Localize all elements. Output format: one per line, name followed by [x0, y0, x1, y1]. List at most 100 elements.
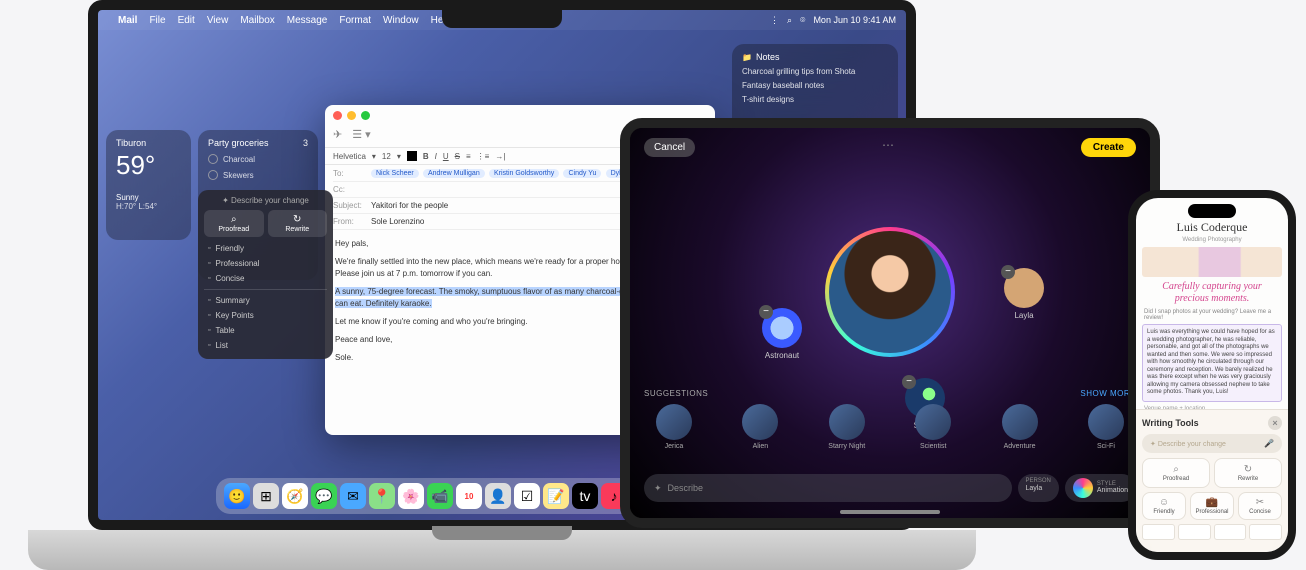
cc-label: Cc: — [333, 185, 371, 194]
note-item[interactable]: Charcoal grilling tips from Shota — [742, 67, 888, 76]
review-textarea[interactable]: Luis was everything we could have hoped … — [1142, 324, 1282, 402]
dock-launchpad[interactable]: ⊞ — [253, 483, 279, 509]
menu-window[interactable]: Window — [383, 15, 419, 26]
close-button[interactable] — [333, 111, 342, 120]
dock-notes[interactable]: 📝 — [543, 483, 569, 509]
wt-describe-input[interactable]: ✦ Describe your change 🎤 — [1142, 434, 1282, 453]
dynamic-island — [1188, 204, 1236, 218]
zoom-button[interactable] — [361, 111, 370, 120]
portrait-image — [829, 231, 951, 353]
dock-tv[interactable]: tv — [572, 483, 598, 509]
create-button[interactable]: Create — [1081, 138, 1136, 157]
font-select[interactable]: Helvetica — [333, 152, 366, 161]
weather-temp: 59° — [116, 150, 181, 181]
indent-icon[interactable]: →| — [495, 152, 505, 161]
note-item[interactable]: Fantasy baseball notes — [742, 81, 888, 90]
remove-icon[interactable]: − — [759, 305, 773, 319]
friendly-button[interactable]: ☺Friendly — [1142, 492, 1186, 520]
dock-photos[interactable]: 🌸 — [398, 483, 424, 509]
dock-finder[interactable]: 🙂 — [224, 483, 250, 509]
list-option[interactable]: List — [204, 338, 327, 353]
suggestion-item[interactable]: Sci-Fi — [1076, 404, 1136, 450]
clock[interactable]: Mon Jun 10 9:41 AM — [813, 15, 896, 25]
proofread-button[interactable]: ⌕Proofread — [204, 210, 264, 237]
dock-messages[interactable]: 💬 — [311, 483, 337, 509]
wt-describe-field[interactable]: ✦ Describe your change — [204, 196, 327, 205]
rewrite-button[interactable]: ↻Rewrite — [1214, 458, 1282, 488]
wifi-icon[interactable]: ⋮ — [770, 15, 779, 26]
menu-format[interactable]: Format — [339, 15, 371, 26]
list-icon[interactable]: ⋮≡ — [477, 152, 490, 161]
menu-mailbox[interactable]: Mailbox — [240, 15, 274, 26]
align-icon[interactable]: ≡ — [466, 152, 471, 161]
cancel-button[interactable]: Cancel — [644, 138, 695, 157]
keypoints-option[interactable]: Key Points — [204, 308, 327, 323]
concise-button[interactable]: ✂Concise — [1238, 492, 1282, 520]
menu-edit[interactable]: Edit — [178, 15, 195, 26]
friendly-option[interactable]: Friendly — [204, 241, 327, 256]
weather-widget[interactable]: Tiburon 59° Sunny H:70° L:54° — [106, 130, 191, 240]
send-icon[interactable]: ✈ — [333, 128, 342, 141]
table-option[interactable]: Table — [204, 323, 327, 338]
italic-icon[interactable]: I — [435, 152, 437, 161]
note-item[interactable]: T-shirt designs — [742, 95, 888, 104]
concise-option[interactable]: Concise — [204, 271, 327, 286]
recipient-pill[interactable]: Andrew Mulligan — [423, 169, 485, 178]
recipient-pill[interactable]: Cindy Yu — [563, 169, 601, 178]
remove-icon[interactable]: − — [902, 375, 916, 389]
weather-hilo: H:70° L:54° — [116, 202, 181, 211]
wt-thumb[interactable] — [1142, 524, 1175, 540]
reminder-item[interactable]: Charcoal — [208, 154, 308, 164]
more-icon[interactable]: ⋯ — [882, 138, 894, 157]
style-chip[interactable]: STYLE Animation — [1065, 474, 1136, 502]
remove-icon[interactable]: − — [1001, 265, 1015, 279]
wt-thumb[interactable] — [1178, 524, 1211, 540]
page-subtitle: Wedding Photography — [1136, 237, 1288, 243]
wt-thumb[interactable] — [1249, 524, 1282, 540]
control-center-icon[interactable]: ⌾ — [800, 15, 805, 26]
menu-message[interactable]: Message — [287, 15, 328, 26]
person-chip[interactable]: PERSON Layla — [1018, 474, 1059, 502]
describe-input[interactable]: ✦ Describe — [644, 474, 1012, 502]
suggestion-item[interactable]: Starry Night — [817, 404, 877, 450]
minimize-button[interactable] — [347, 111, 356, 120]
close-icon[interactable]: × — [1268, 416, 1282, 430]
menu-file[interactable]: File — [149, 15, 165, 26]
recipient-pill[interactable]: Kristin Goldsworthy — [489, 169, 559, 178]
dock-facetime[interactable]: 📹 — [427, 483, 453, 509]
recipient-pill[interactable]: Nick Scheer — [371, 169, 419, 178]
layla-bubble[interactable]: − Layla — [1004, 268, 1044, 320]
summary-option[interactable]: Summary — [204, 293, 327, 308]
wt-thumb[interactable] — [1214, 524, 1247, 540]
suggestion-item[interactable]: Jerica — [644, 404, 704, 450]
rewrite-button[interactable]: ↻Rewrite — [268, 210, 328, 237]
color-swatch[interactable] — [407, 151, 417, 161]
dock-safari[interactable]: 🧭 — [282, 483, 308, 509]
dock-maps[interactable]: 📍 — [369, 483, 395, 509]
strike-icon[interactable]: S — [455, 152, 460, 161]
app-menu[interactable]: Mail — [118, 15, 137, 26]
menu-view[interactable]: View — [207, 15, 229, 26]
home-indicator[interactable] — [840, 510, 940, 514]
proofread-button[interactable]: ⌕Proofread — [1142, 458, 1210, 488]
weather-condition: Sunny — [116, 193, 181, 202]
reminder-item[interactable]: Skewers — [208, 170, 308, 180]
suggestion-item[interactable]: Scientist — [903, 404, 963, 450]
dock-contacts[interactable]: 👤 — [485, 483, 511, 509]
professional-option[interactable]: Professional — [204, 256, 327, 271]
bold-icon[interactable]: B — [423, 152, 429, 161]
from-label: From: — [333, 217, 371, 226]
main-avatar[interactable] — [825, 227, 955, 357]
dock-reminders[interactable]: ☑ — [514, 483, 540, 509]
suggestion-item[interactable]: Adventure — [990, 404, 1050, 450]
mic-icon[interactable]: 🎤 — [1264, 439, 1274, 448]
astronaut-bubble[interactable]: − Astronaut — [762, 308, 802, 360]
header-icon[interactable]: ☰ ▾ — [352, 128, 370, 141]
dock-calendar[interactable]: 10 — [456, 483, 482, 509]
search-icon[interactable]: ⌕ — [787, 15, 792, 26]
dock-mail[interactable]: ✉ — [340, 483, 366, 509]
size-select[interactable]: 12 — [382, 152, 391, 161]
underline-icon[interactable]: U — [443, 152, 449, 161]
suggestion-item[interactable]: Alien — [730, 404, 790, 450]
professional-button[interactable]: 💼Professional — [1190, 492, 1234, 520]
